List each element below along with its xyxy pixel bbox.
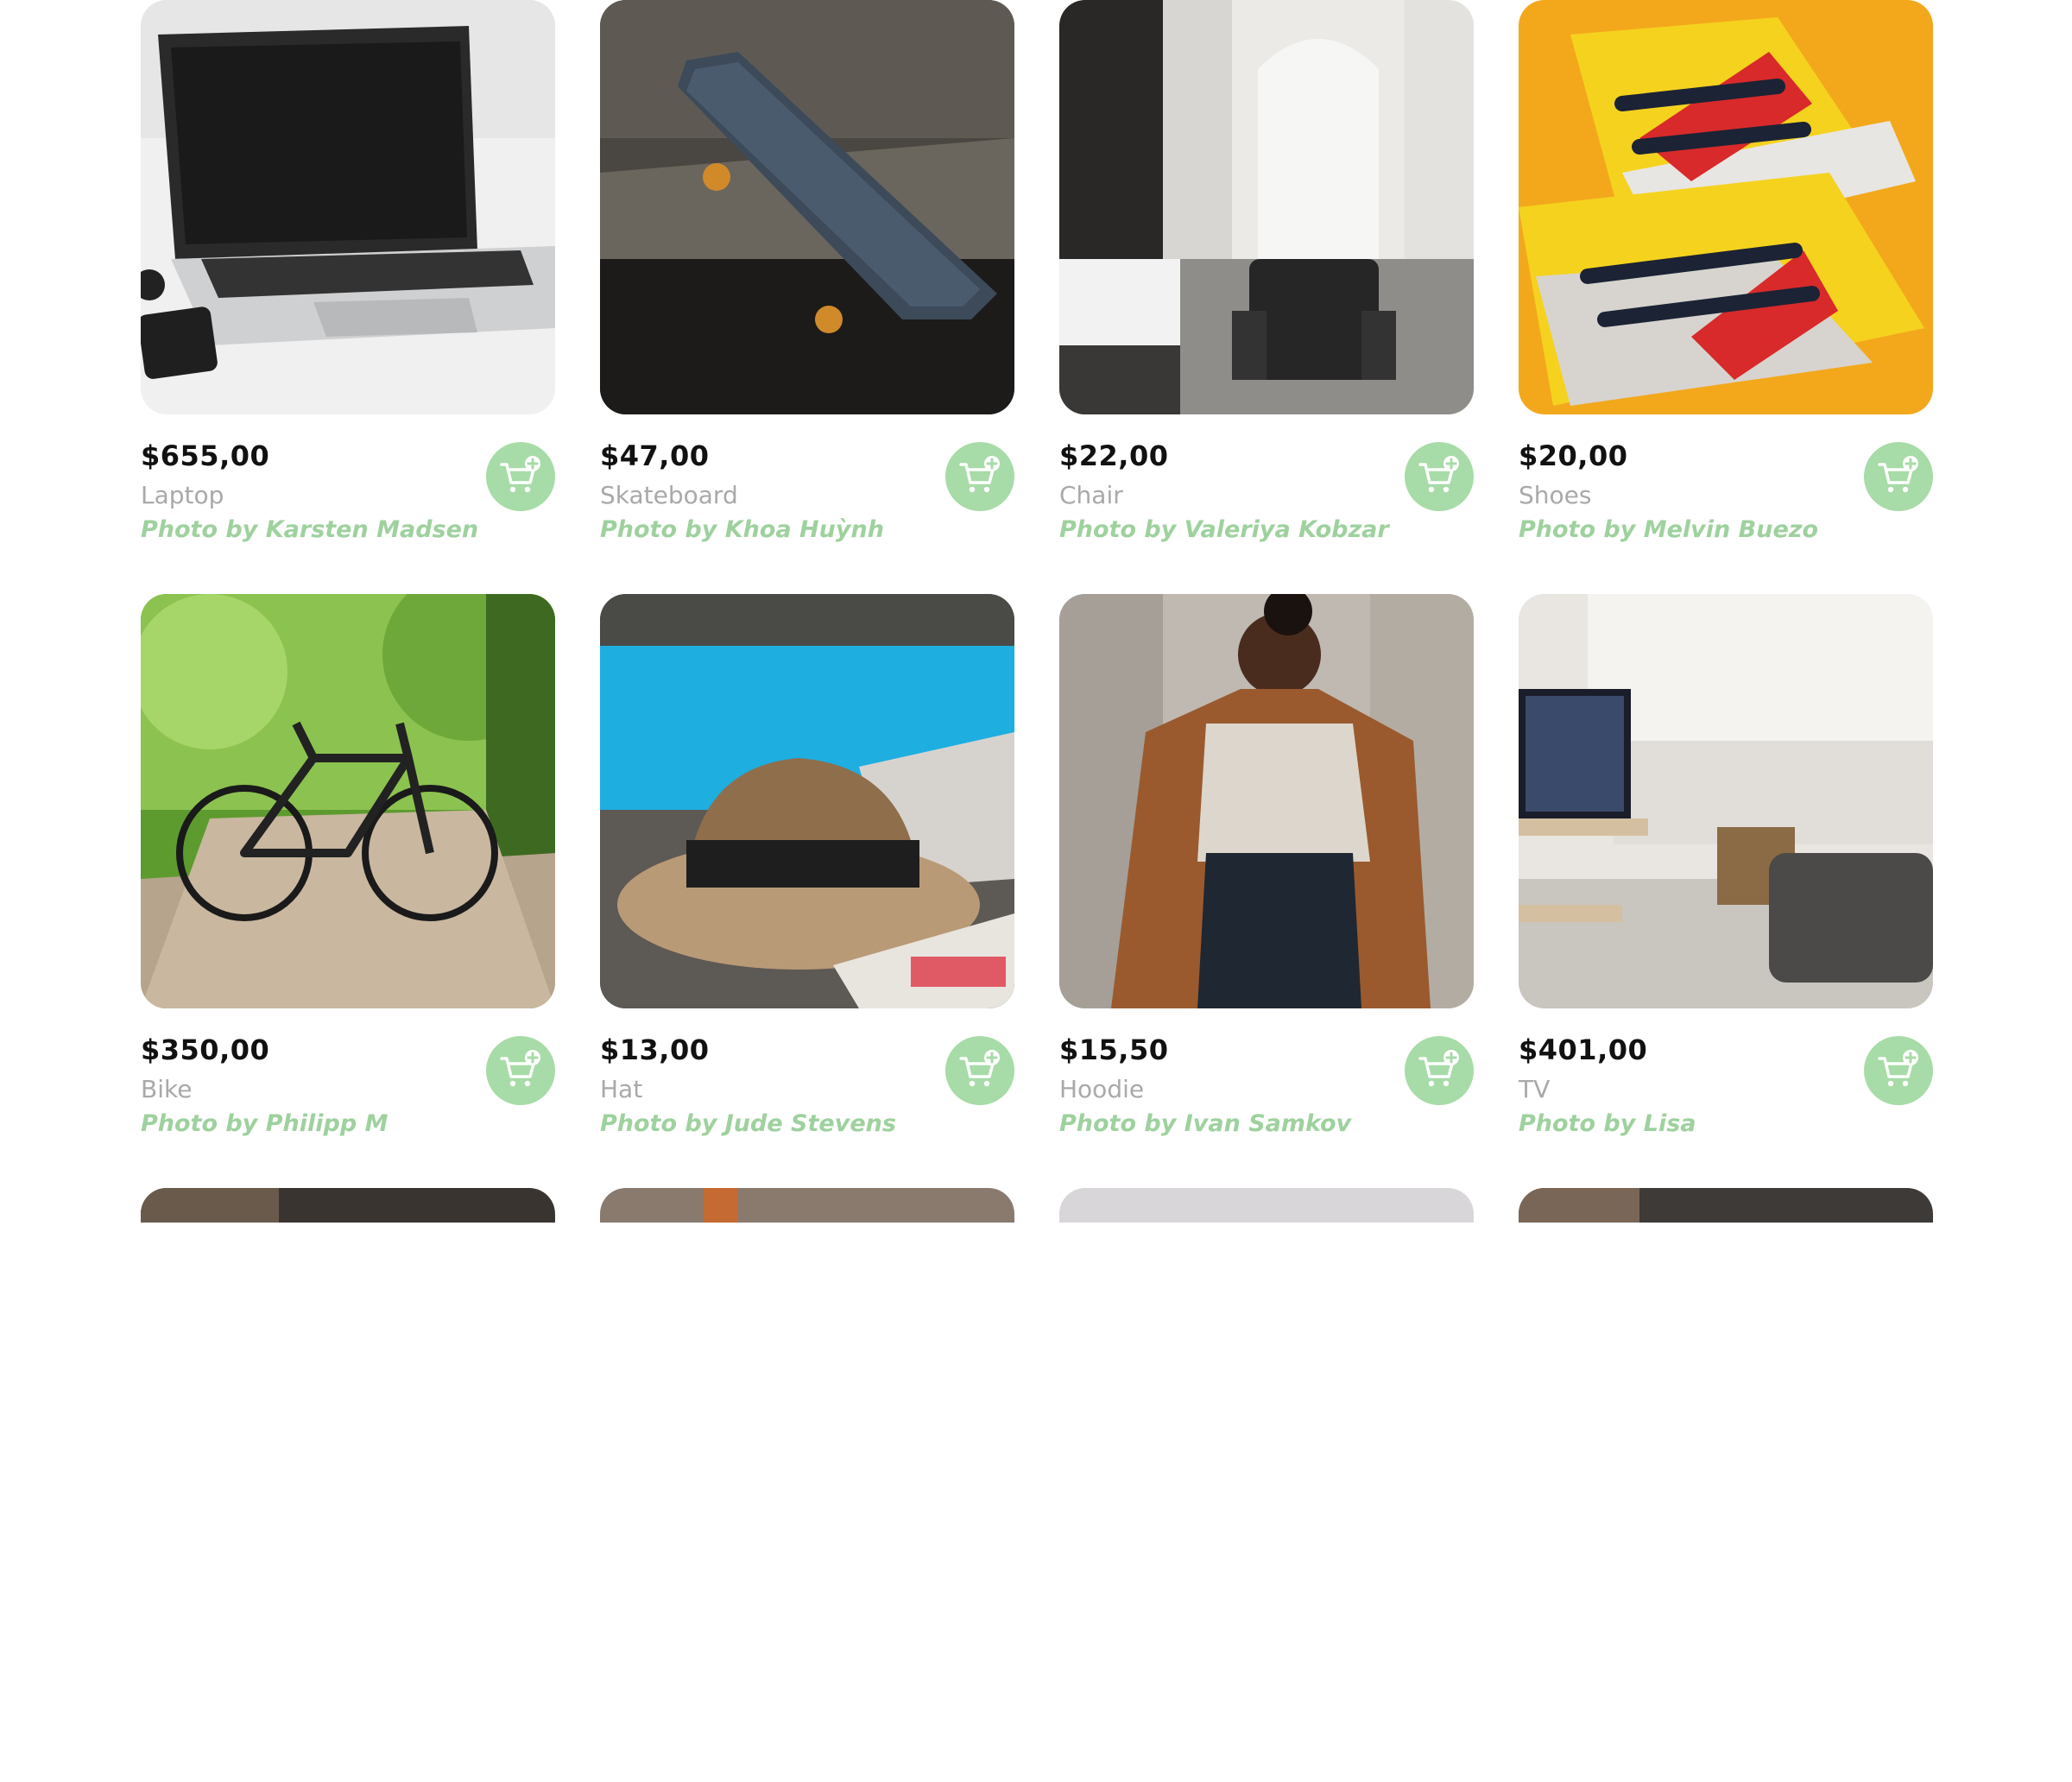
product-photo [1059,1188,1474,1223]
product-image[interactable] [1519,1188,1933,1223]
photo-credit[interactable]: Photo by Philipp M [141,1112,555,1135]
product-image[interactable] [141,0,555,414]
hoodie-photo [1059,594,1474,1008]
add-to-cart-button[interactable] [1405,442,1474,511]
product-grid: $655,00 Laptop Photo by Karsten Madsen $… [141,0,1933,1782]
add-to-cart-icon [959,1050,1000,1087]
add-to-cart-icon [1418,456,1459,493]
shoes-photo [1519,0,1933,414]
laptop-photo [141,0,555,414]
product-image[interactable] [141,594,555,1008]
photo-credit[interactable]: Photo by Jude Stevens [600,1112,1014,1135]
product-image[interactable] [600,594,1014,1008]
photo-credit[interactable]: Photo by Khoa Huỳnh [600,518,1014,541]
product-card [1059,1188,1474,1782]
add-to-cart-icon [1878,456,1918,493]
photo-credit[interactable]: Photo by Karsten Madsen [141,518,555,541]
photo-credit[interactable]: Photo by Valeriya Kobzar [1059,518,1474,541]
product-image[interactable] [1519,0,1933,414]
add-to-cart-button[interactable] [1864,442,1933,511]
skateboard-photo [600,0,1014,414]
product-card: $15,50 Hoodie Photo by Ivan Samkov [1059,594,1474,1188]
add-to-cart-button[interactable] [1864,1036,1933,1105]
product-card: $13,00 Hat Photo by Jude Stevens [600,594,1014,1188]
product-image[interactable] [1059,594,1474,1008]
product-photo [1519,1188,1933,1223]
add-to-cart-icon [1418,1050,1459,1087]
add-to-cart-icon [1878,1050,1918,1087]
product-image[interactable] [141,1188,555,1223]
product-photo [600,1188,1014,1223]
product-card: $655,00 Laptop Photo by Karsten Madsen [141,0,555,594]
add-to-cart-icon [500,456,540,493]
photo-credit[interactable]: Photo by Melvin Buezo [1519,518,1933,541]
add-to-cart-icon [500,1050,540,1087]
hat-photo [600,594,1014,1008]
add-to-cart-button[interactable] [945,1036,1014,1105]
add-to-cart-button[interactable] [486,442,555,511]
product-image[interactable] [600,0,1014,414]
photo-credit[interactable]: Photo by Ivan Samkov [1059,1112,1474,1135]
product-card [600,1188,1014,1782]
product-image[interactable] [1059,0,1474,414]
product-image[interactable] [1519,594,1933,1008]
chair-photo [1059,0,1474,414]
product-card: $350,00 Bike Photo by Philipp M [141,594,555,1188]
photo-credit[interactable]: Photo by Lisa [1519,1112,1933,1135]
product-card: $401,00 TV Photo by Lisa [1519,594,1933,1188]
product-image[interactable] [1059,1188,1474,1223]
add-to-cart-button[interactable] [1405,1036,1474,1105]
product-card: $22,00 Chair Photo by Valeriya Kobzar [1059,0,1474,594]
add-to-cart-button[interactable] [486,1036,555,1105]
product-card [1519,1188,1933,1782]
product-card: $20,00 Shoes Photo by Melvin Buezo [1519,0,1933,594]
product-photo [141,1188,555,1223]
add-to-cart-button[interactable] [945,442,1014,511]
bike-photo [141,594,555,1008]
add-to-cart-icon [959,456,1000,493]
tv-photo [1519,594,1933,1008]
product-card: $47,00 Skateboard Photo by Khoa Huỳnh [600,0,1014,594]
product-card [141,1188,555,1782]
product-image[interactable] [600,1188,1014,1223]
